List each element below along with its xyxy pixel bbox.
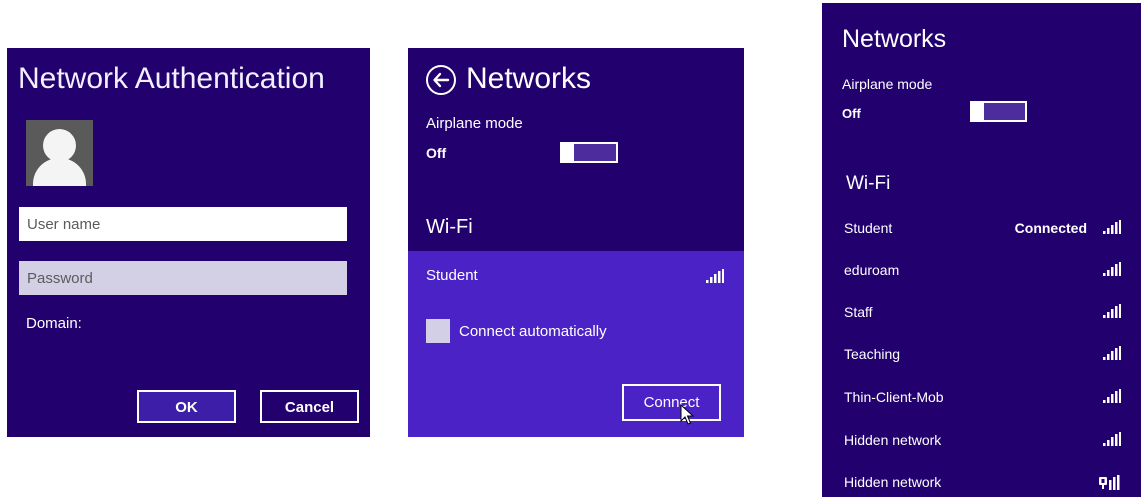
wifi-signal-icon [1103, 220, 1121, 239]
wifi-signal-icon [1103, 346, 1121, 365]
airplane-mode-state: Off [842, 106, 861, 121]
network-name: Hidden network [844, 432, 942, 448]
cancel-button[interactable]: Cancel [260, 390, 359, 423]
selected-network-panel[interactable]: Student Connect automatically Connect [408, 251, 744, 437]
dialog-title: Network Authentication [18, 62, 325, 95]
mouse-cursor-icon [680, 403, 695, 431]
airplane-mode-state: Off [426, 145, 447, 161]
network-name: Staff [844, 304, 873, 320]
wifi-heading: Wi-Fi [426, 216, 473, 238]
network-authentication-dialog: Network Authentication User name Passwor… [7, 48, 370, 437]
selected-network-name: Student [426, 267, 478, 284]
network-item-eduroam[interactable]: eduroam [822, 258, 1141, 284]
wifi-signal-icon [1103, 432, 1121, 451]
network-name: Hidden network [844, 474, 942, 490]
flyout-title: Networks [466, 62, 592, 95]
network-item-thin-client-mob[interactable]: Thin-Client-Mob [822, 385, 1141, 411]
network-item-hidden-2[interactable]: Hidden network [822, 470, 1141, 496]
wifi-signal-secured-icon [1099, 474, 1121, 495]
username-input[interactable]: User name [19, 207, 347, 241]
wifi-signal-icon [1103, 304, 1121, 323]
wifi-signal-icon [1103, 389, 1121, 408]
network-name: Teaching [844, 346, 901, 362]
networks-connect-flyout: Networks Airplane mode Off Wi-Fi Student… [408, 48, 744, 437]
network-name: eduroam [844, 262, 900, 278]
wifi-heading: Wi-Fi [846, 173, 891, 194]
wifi-signal-icon [706, 269, 724, 288]
network-name: Thin-Client-Mob [844, 389, 944, 405]
network-item-hidden-1[interactable]: Hidden network [822, 428, 1141, 454]
domain-label: Domain: [26, 315, 82, 332]
password-input[interactable]: Password [19, 261, 347, 295]
connection-status: Connected [1014, 220, 1087, 236]
network-name: Student [844, 220, 893, 236]
back-arrow-icon[interactable] [426, 65, 456, 95]
networks-list-flyout: Networks Airplane mode Off Wi-Fi Student… [822, 3, 1141, 497]
network-item-teaching[interactable]: Teaching [822, 342, 1141, 368]
network-item-staff[interactable]: Staff [822, 300, 1141, 326]
airplane-mode-label: Airplane mode [426, 115, 523, 132]
flyout-title: Networks [842, 25, 947, 53]
connect-automatically-label: Connect automatically [459, 323, 607, 340]
airplane-mode-label: Airplane mode [842, 76, 933, 92]
network-item-student[interactable]: Student Connected [822, 216, 1141, 242]
wifi-signal-icon [1103, 262, 1121, 281]
ok-button[interactable]: OK [137, 390, 236, 423]
user-avatar-icon [26, 120, 93, 186]
connect-button[interactable]: Connect [622, 384, 721, 421]
airplane-mode-toggle[interactable] [560, 142, 618, 163]
connect-automatically-checkbox[interactable] [426, 319, 450, 343]
airplane-mode-toggle[interactable] [970, 101, 1027, 122]
